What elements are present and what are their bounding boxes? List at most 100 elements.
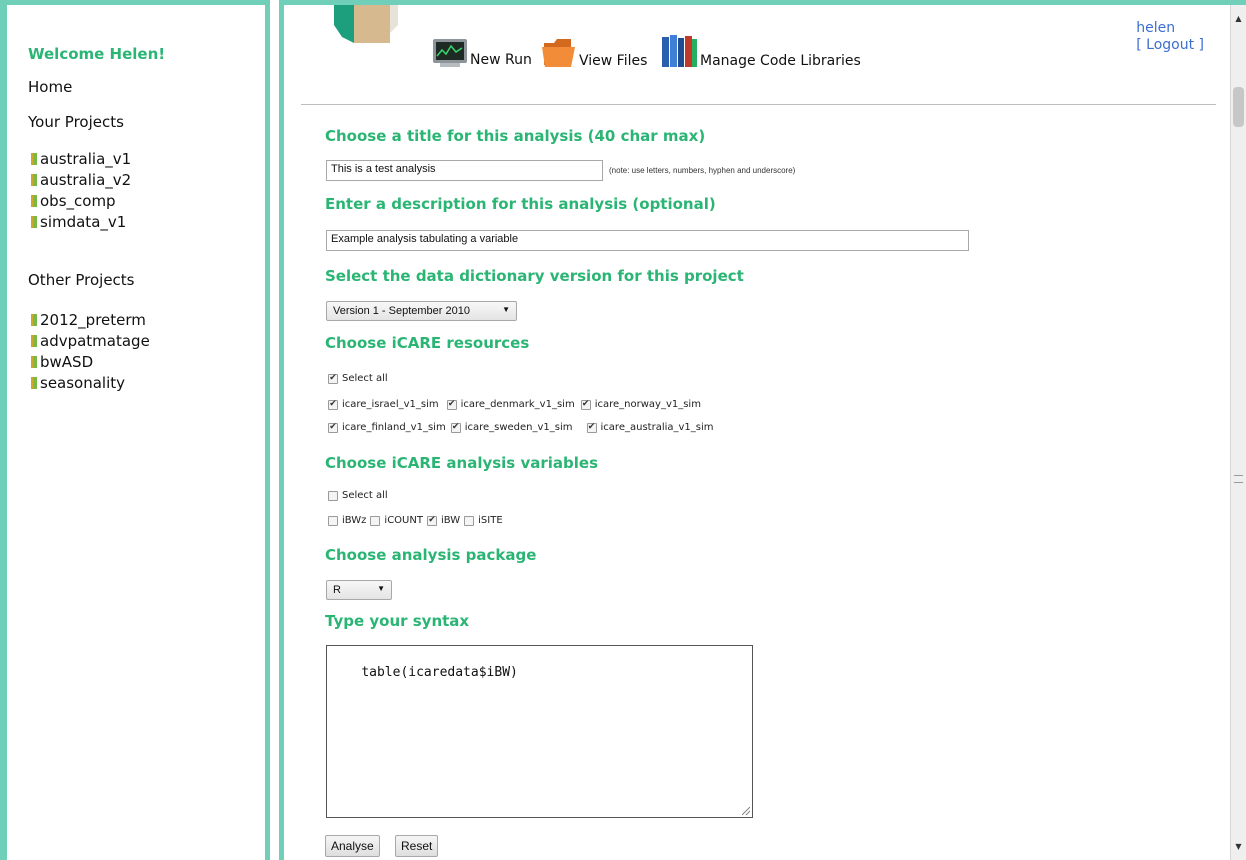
checkbox-label: iBW: [440, 515, 461, 526]
checkbox-icon[interactable]: [370, 515, 381, 526]
project-link[interactable]: seasonality: [31, 373, 150, 394]
project-book-icon: [31, 335, 37, 347]
project-link[interactable]: australia_v1: [31, 149, 131, 170]
description-heading: Enter a description for this analysis (o…: [325, 195, 716, 213]
analysis-package-select[interactable]: R ▼: [326, 580, 392, 600]
project-book-icon: [31, 314, 37, 326]
checkbox-option[interactable]: ✔ icare_sweden_v1_sim: [450, 422, 573, 433]
checkbox-option[interactable]: ✔ icare_norway_v1_sim: [580, 399, 701, 410]
syntax-textarea[interactable]: table(icaredata$iBW): [326, 645, 753, 818]
sidebar: Welcome Helen! Home Your Projects austra…: [7, 5, 270, 860]
view-files-label: View Files: [579, 53, 648, 69]
dropdown-arrow-icon: ▼: [502, 305, 510, 314]
checkbox-icon[interactable]: ✔: [328, 399, 338, 410]
checkbox-icon[interactable]: ✔: [580, 399, 591, 410]
syntax-heading: Type your syntax: [325, 612, 470, 630]
checkbox-icon[interactable]: ✔: [446, 399, 457, 410]
project-name: seasonality: [40, 374, 126, 392]
your-projects-heading: Your Projects: [28, 113, 124, 131]
project-link[interactable]: australia_v2: [31, 170, 131, 191]
checkbox-label: icare_denmark_v1_sim: [460, 399, 575, 410]
app-logo: [334, 5, 398, 43]
folder-icon: [542, 39, 575, 67]
variables-heading: Choose iCARE analysis variables: [325, 454, 599, 472]
checkbox-icon[interactable]: [464, 515, 475, 526]
your-projects-list: australia_v1 australia_v2 obs_comp simdata_…: [31, 149, 131, 233]
checkbox-option[interactable]: iBWz: [328, 515, 366, 526]
checkbox-option[interactable]: ✔ icare_denmark_v1_sim: [446, 399, 575, 410]
logout-link[interactable]: [ Logout ]: [1136, 37, 1204, 54]
scroll-down-icon[interactable]: ▼: [1233, 841, 1244, 852]
project-name: australia_v1: [40, 150, 132, 168]
main-content: New Run View Files Manage Code Libraries…: [284, 5, 1230, 860]
checkbox-label: icare_israel_v1_sim: [342, 399, 439, 410]
resources-select-all[interactable]: ✔ Select all: [328, 373, 388, 384]
project-book-icon: [31, 216, 37, 228]
reset-button[interactable]: Reset: [395, 835, 439, 857]
variables-select-all-label: Select all: [342, 490, 388, 501]
resources-row: ✔ icare_israel_v1_sim ✔ icare_denmark_v1_si…: [328, 399, 707, 410]
dictionary-version-value: Version 1 - September 2010: [333, 305, 470, 317]
books-icon: [662, 35, 697, 67]
checkbox-option[interactable]: ✔ iBW: [426, 515, 461, 526]
project-link[interactable]: advpatmatage: [31, 331, 150, 352]
home-link[interactable]: Home: [28, 78, 72, 96]
project-name: australia_v2: [40, 171, 132, 189]
checkbox-icon[interactable]: ✔: [328, 422, 338, 433]
project-book-icon: [31, 377, 37, 389]
checkbox-icon[interactable]: ✔: [586, 422, 597, 433]
checkbox-icon[interactable]: ✔: [328, 373, 338, 384]
monitor-icon: [433, 39, 467, 67]
resources-row: ✔ icare_finland_v1_sim ✔ icare_sweden_v1_si…: [328, 422, 728, 433]
checkbox-option[interactable]: ✔ icare_australia_v1_sim: [586, 422, 714, 433]
project-name: 2012_preterm: [40, 311, 146, 329]
other-projects-heading: Other Projects: [28, 271, 135, 289]
checkbox-option[interactable]: iCOUNT: [370, 515, 423, 526]
checkbox-icon[interactable]: ✔: [450, 422, 461, 433]
new-run-label: New Run: [470, 52, 532, 68]
checkbox-icon[interactable]: [328, 490, 338, 501]
scrollbar-thumb[interactable]: [1233, 87, 1244, 127]
manage-code-libraries-button[interactable]: Manage Code Libraries: [660, 33, 861, 69]
vertical-scrollbar[interactable]: ▲ ▼: [1230, 5, 1246, 860]
header-divider: [301, 104, 1216, 105]
checkbox-option[interactable]: ✔ icare_israel_v1_sim: [328, 399, 439, 410]
analyse-button[interactable]: Analyse: [325, 835, 380, 857]
variables-row: iBWz iCOUNT ✔ iBW iSITE: [328, 515, 507, 526]
description-input[interactable]: Example analysis tabulating a variable: [326, 230, 969, 251]
user-area: helen [ Logout ]: [1136, 20, 1204, 54]
checkbox-icon[interactable]: [328, 515, 338, 526]
resize-grip-icon[interactable]: [742, 807, 750, 815]
package-heading: Choose analysis package: [325, 546, 537, 564]
dictionary-heading: Select the data dictionary version for t…: [325, 267, 744, 285]
checkbox-option[interactable]: iSITE: [464, 515, 503, 526]
other-projects-list: 2012_preterm advpatmatage bwASD seasonality: [31, 310, 150, 394]
new-run-button[interactable]: New Run: [432, 38, 532, 68]
scroll-up-icon[interactable]: ▲: [1233, 13, 1244, 24]
checkbox-label: icare_norway_v1_sim: [594, 399, 701, 410]
project-book-icon: [31, 174, 37, 186]
view-files-button[interactable]: View Files: [541, 35, 647, 69]
project-link[interactable]: bwASD: [31, 352, 150, 373]
title-input[interactable]: This is a test analysis: [326, 160, 603, 181]
welcome-message: Welcome Helen!: [28, 45, 166, 63]
variables-select-all[interactable]: Select all: [328, 490, 388, 501]
checkbox-label: icare_finland_v1_sim: [342, 422, 446, 433]
resources-heading: Choose iCARE resources: [325, 334, 530, 352]
scrollbar-grip: [1234, 475, 1243, 483]
project-link[interactable]: 2012_preterm: [31, 310, 150, 331]
checkbox-option[interactable]: ✔ icare_finland_v1_sim: [328, 422, 446, 433]
frame-left-border: [0, 0, 7, 860]
project-name: simdata_v1: [40, 213, 127, 231]
analysis-package-value: R: [333, 584, 341, 596]
checkbox-icon[interactable]: ✔: [426, 515, 437, 526]
project-link[interactable]: simdata_v1: [31, 212, 131, 233]
project-link[interactable]: obs_comp: [31, 191, 131, 212]
title-heading: Choose a title for this analysis (40 cha…: [325, 127, 706, 145]
dictionary-version-select[interactable]: Version 1 - September 2010 ▼: [326, 301, 517, 321]
project-name: bwASD: [40, 353, 94, 371]
checkbox-label: icare_sweden_v1_sim: [464, 422, 573, 433]
username-link[interactable]: helen: [1136, 20, 1204, 37]
project-book-icon: [31, 195, 37, 207]
project-name: obs_comp: [40, 192, 116, 210]
